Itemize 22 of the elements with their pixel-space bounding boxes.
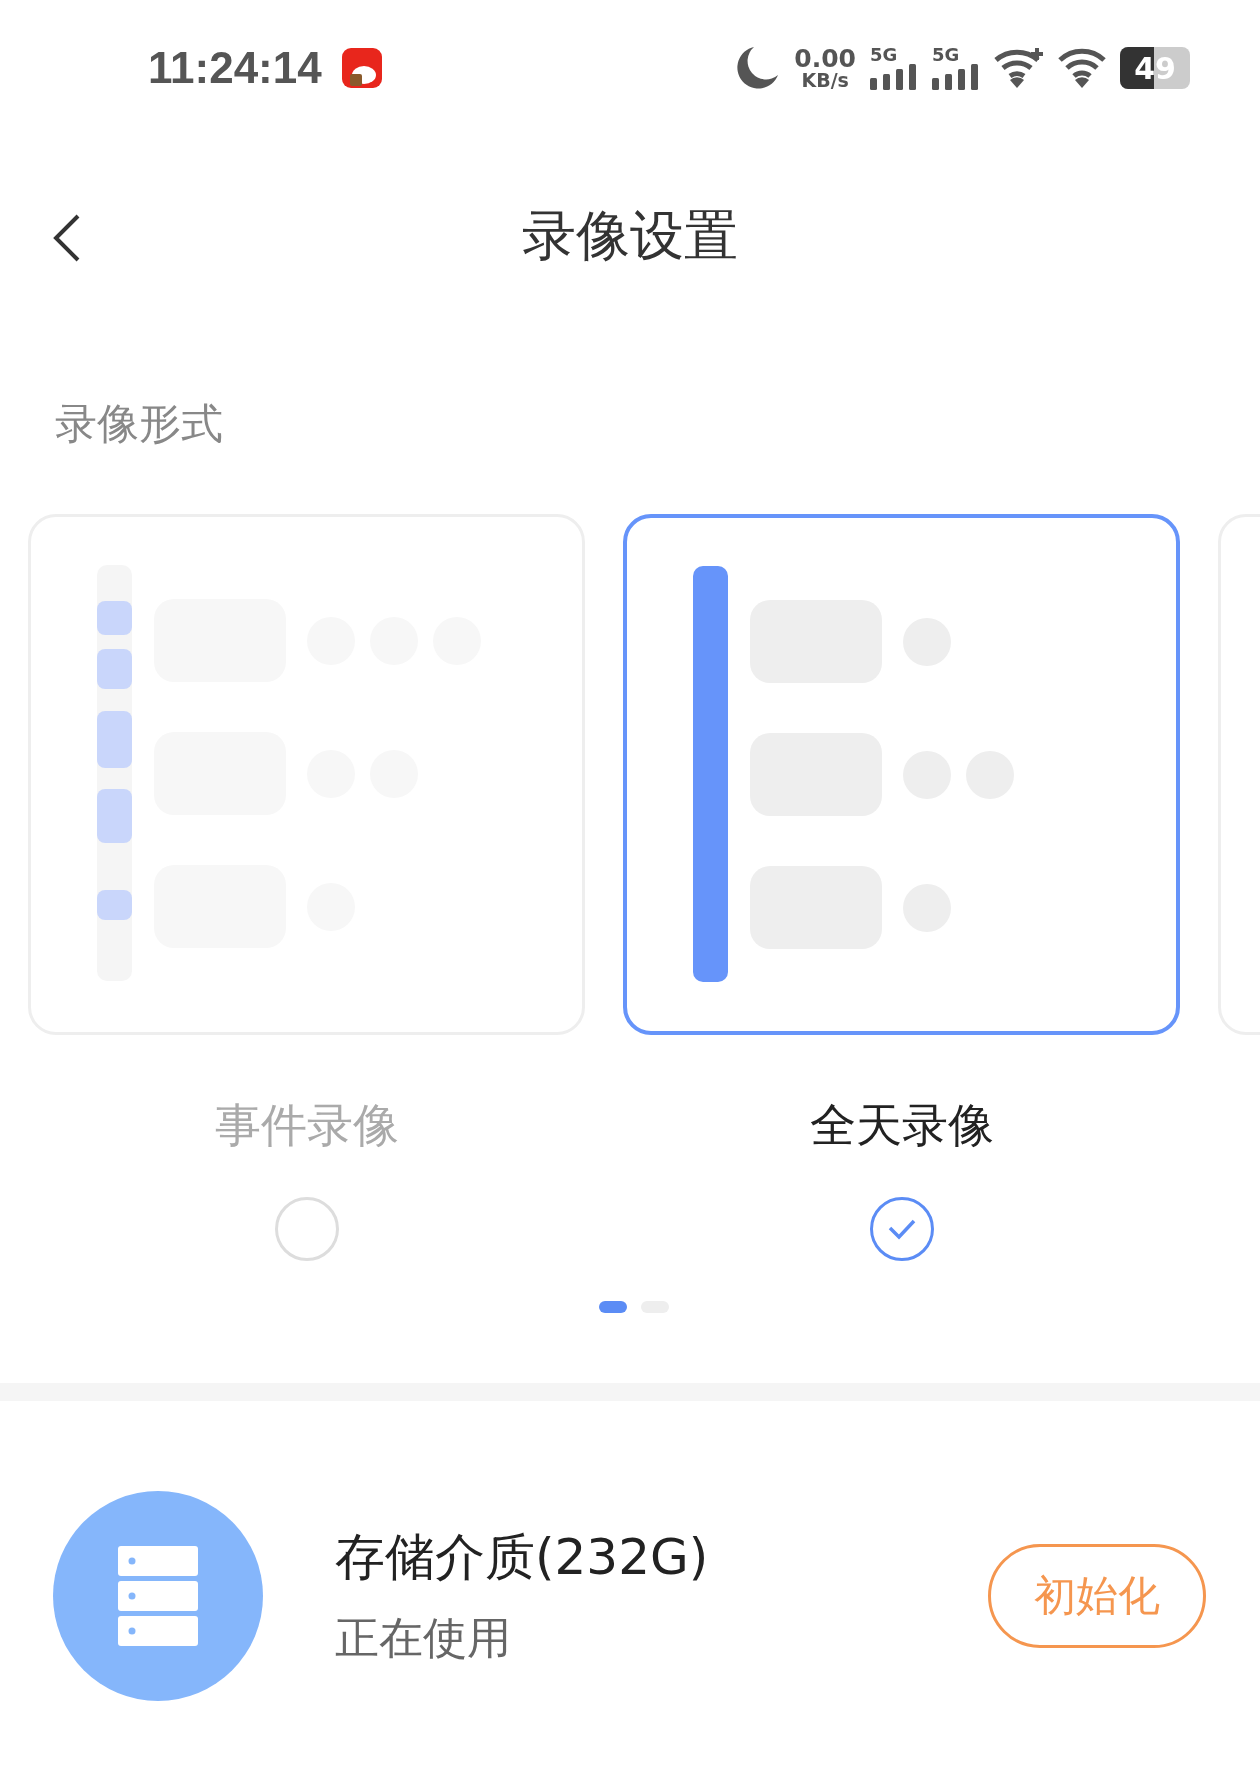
initialize-button[interactable]: 初始化 bbox=[988, 1544, 1206, 1648]
mode-card[interactable] bbox=[623, 514, 1180, 1035]
page-title: 录像设置 bbox=[522, 202, 738, 269]
wifi-icon bbox=[1058, 46, 1106, 90]
status-time: 11:24:14 bbox=[148, 43, 322, 93]
storage-title: 存储介质(232G) bbox=[335, 1527, 710, 1588]
network-type: 5G bbox=[932, 46, 960, 64]
signal-icon bbox=[870, 64, 918, 90]
mode-label: 事件录像 bbox=[214, 1097, 399, 1154]
network-type: 5G bbox=[870, 46, 898, 64]
section-label: 录像形式 bbox=[54, 398, 224, 450]
radio-button[interactable] bbox=[869, 1197, 934, 1261]
check-icon bbox=[886, 1218, 917, 1240]
app-notification-icon bbox=[341, 48, 382, 88]
moon-icon bbox=[736, 45, 781, 91]
wifi-icon bbox=[994, 46, 1044, 90]
signal-icon bbox=[932, 64, 980, 90]
storage-status: 正在使用 bbox=[335, 1611, 512, 1665]
back-icon[interactable] bbox=[52, 213, 82, 263]
network-speed: 0.00 bbox=[794, 46, 856, 71]
network-unit: KB/s bbox=[801, 71, 849, 90]
mode-label: 全天录像 bbox=[809, 1097, 994, 1154]
